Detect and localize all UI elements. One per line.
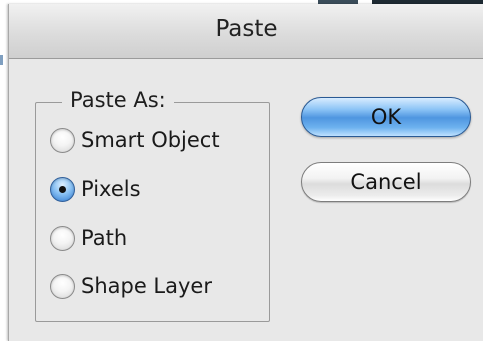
dialog-title: Paste (215, 16, 278, 42)
radio-option-path[interactable]: Path (50, 221, 127, 255)
paste-dialog: Paste Paste As: Smart Object Pixels Path… (0, 4, 483, 341)
radio-label-shape-layer: Shape Layer (81, 274, 212, 298)
radio-option-smart-object[interactable]: Smart Object (50, 123, 220, 157)
ok-button[interactable]: OK (301, 97, 471, 137)
radio-button-path[interactable] (50, 225, 75, 251)
cancel-button[interactable]: Cancel (301, 162, 471, 202)
radio-option-pixels[interactable]: Pixels (50, 172, 141, 206)
radio-button-pixels-selected[interactable] (50, 176, 75, 202)
dialog-titlebar[interactable]: Paste (9, 4, 483, 59)
paste-as-group: Paste As: Smart Object Pixels Path Shape… (35, 85, 270, 322)
radio-label-smart-object: Smart Object (81, 128, 220, 152)
paste-as-legend: Paste As: (62, 85, 174, 115)
radio-button-shape-layer[interactable] (50, 273, 75, 299)
screenshot-stage: Paste Paste As: Smart Object Pixels Path… (0, 0, 483, 341)
radio-button-smart-object[interactable] (50, 127, 75, 153)
window-edge-marker (0, 55, 3, 65)
radio-label-path: Path (81, 226, 128, 250)
radio-label-pixels: Pixels (81, 177, 141, 201)
radio-option-shape-layer[interactable]: Shape Layer (50, 269, 212, 303)
